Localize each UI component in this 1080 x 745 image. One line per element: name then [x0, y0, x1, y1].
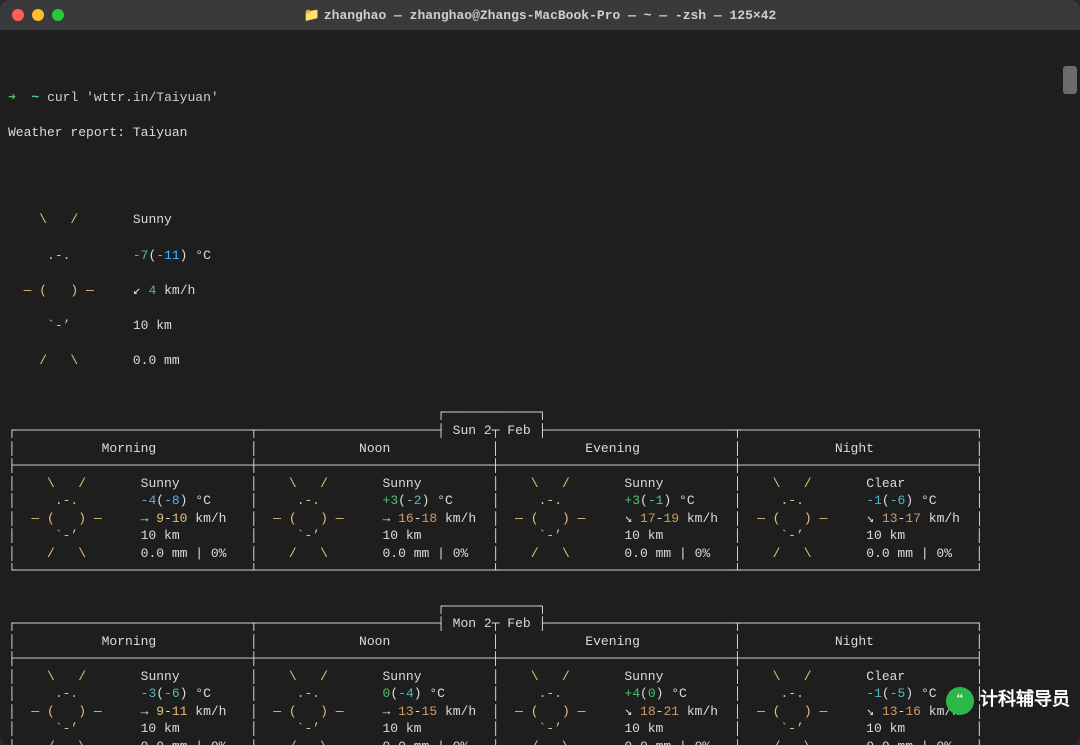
table-header: │ Morning │ Noon │ Evening │ Night │ [8, 633, 1072, 651]
table-border: ├──────────────────────────────┼────────… [8, 457, 1072, 475]
window-title: 📁 zhanghao — zhanghao@Zhangs-MacBook-Pro … [0, 8, 1080, 23]
table-row: │ ― ( ) ― → 9-11 km/h │ ― ( ) ― → 13-15 … [8, 703, 1072, 721]
watermark-text: 计科辅导员 [980, 689, 1070, 713]
current-ascii-4: `-’ 10 km [8, 317, 1072, 335]
table-row: │ \ / Sunny │ \ / Sunny │ \ / Sunny │ \ … [8, 668, 1072, 686]
table-row: │ `-’ 10 km │ `-’ 10 km │ `-’ 10 km │ `-… [8, 527, 1072, 545]
table-row: │ \ / Sunny │ \ / Sunny │ \ / Sunny │ \ … [8, 475, 1072, 493]
blank [8, 580, 1072, 598]
current-ascii-3: ― ( ) ― ↙ 4 km/h [8, 282, 1072, 300]
wechat-icon: ❝ [946, 687, 974, 715]
prompt-arrow-icon: ➜ [8, 90, 16, 105]
table-row: │ / \ 0.0 mm | 0% │ / \ 0.0 mm | 0% │ / … [8, 738, 1072, 745]
terminal-window: 📁 zhanghao — zhanghao@Zhangs-MacBook-Pro … [0, 0, 1080, 745]
folder-icon: 📁 [304, 8, 320, 23]
table-date-tab: ┌────────────┐ [8, 404, 1072, 422]
terminal-body[interactable]: ➜ ~ curl 'wttr.in/Taiyuan' Weather repor… [0, 30, 1080, 745]
window-title-text: zhanghao — zhanghao@Zhangs-MacBook-Pro —… [324, 8, 776, 23]
table-border: └──────────────────────────────┴────────… [8, 562, 1072, 580]
watermark: ❝ 计科辅导员 [946, 687, 1070, 715]
table-border: ┌──────────────────────────────┬────────… [8, 422, 1072, 440]
table-border: ┌──────────────────────────────┬────────… [8, 615, 1072, 633]
table-border: ├──────────────────────────────┼────────… [8, 650, 1072, 668]
prompt-line: ➜ ~ curl 'wttr.in/Taiyuan' [8, 89, 1072, 107]
table-row: │ / \ 0.0 mm | 0% │ / \ 0.0 mm | 0% │ / … [8, 545, 1072, 563]
report-line: Weather report: Taiyuan [8, 124, 1072, 142]
current-ascii-2: .-. -7(-11) °C [8, 247, 1072, 265]
current-ascii-5: / \ 0.0 mm [8, 352, 1072, 370]
prompt-path: ~ [31, 90, 39, 105]
command-text: curl 'wttr.in/Taiyuan' [47, 90, 219, 105]
scrollbar-thumb[interactable] [1063, 66, 1077, 94]
blank-1 [8, 159, 1072, 177]
table-date-tab: ┌────────────┐ [8, 598, 1072, 616]
table-row: │ .-. -3(-6) °C │ .-. 0(-4) °C │ .-. +4(… [8, 685, 1072, 703]
table-header: │ Morning │ Noon │ Evening │ Night │ [8, 440, 1072, 458]
titlebar: 📁 zhanghao — zhanghao@Zhangs-MacBook-Pro … [0, 0, 1080, 30]
table-row: │ .-. -4(-8) °C │ .-. +3(-2) °C │ .-. +3… [8, 492, 1072, 510]
table-row: │ `-’ 10 km │ `-’ 10 km │ `-’ 10 km │ `-… [8, 720, 1072, 738]
current-ascii-1: \ / Sunny [8, 211, 1072, 229]
table-row: │ ― ( ) ― → 9-10 km/h │ ― ( ) ― → 16-18 … [8, 510, 1072, 528]
forecast-tables: ┌────────────┐ ┌────────────────────────… [8, 404, 1072, 745]
